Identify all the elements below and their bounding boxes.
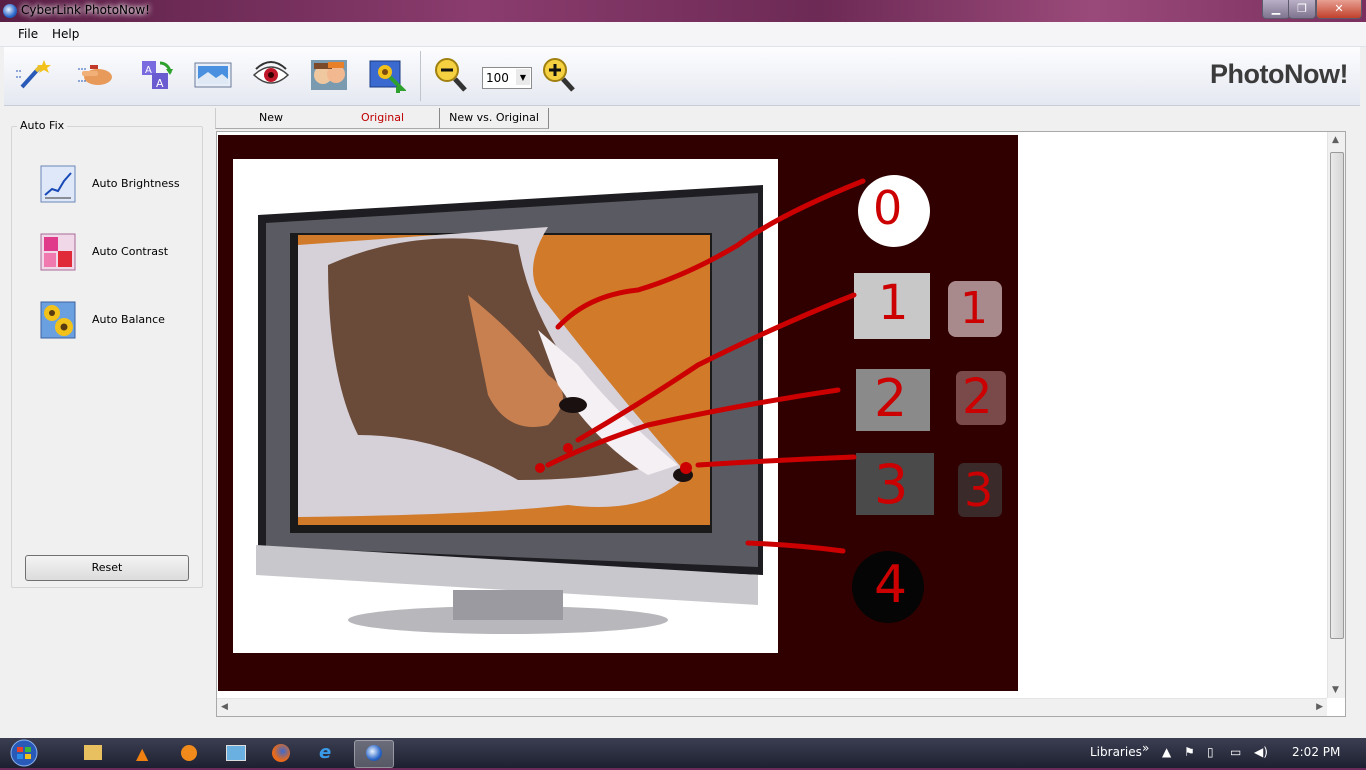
taskbar-app-orange[interactable]	[170, 740, 208, 766]
faces-button[interactable]	[310, 57, 348, 93]
auto-brightness-label: Auto Brightness	[92, 177, 180, 190]
hand-tool-button[interactable]	[76, 57, 114, 93]
auto-balance-button[interactable]: Auto Balance	[40, 301, 200, 341]
tab-new[interactable]: New	[215, 108, 326, 129]
zoom-out-button[interactable]	[432, 57, 470, 93]
landscape-button[interactable]	[194, 57, 232, 93]
label-3-gray: 3	[874, 453, 909, 516]
label-1-tinted: 1	[960, 283, 988, 334]
title-bar: CyberLink PhotoNow! ▁ ❐ ✕	[0, 0, 1366, 22]
zoom-in-icon	[543, 58, 575, 92]
auto-balance-label: Auto Balance	[92, 313, 165, 326]
minimize-button[interactable]: ▁	[1262, 0, 1290, 19]
svg-text:A: A	[145, 65, 152, 76]
clock[interactable]: 2:02 PM	[1292, 745, 1340, 759]
windows-logo-icon	[10, 739, 38, 767]
auto-contrast-button[interactable]: Auto Contrast	[40, 233, 200, 273]
power-icon[interactable]: ▯	[1207, 745, 1214, 759]
toolbar-separator	[420, 51, 421, 101]
rotate-icon: A A	[142, 61, 173, 90]
auto-brightness-button[interactable]: Auto Brightness	[40, 165, 200, 205]
monitor-icon	[226, 745, 246, 761]
view-tabs: New Original New vs. Original	[215, 108, 555, 129]
auto-contrast-label: Auto Contrast	[92, 245, 169, 258]
maximize-button[interactable]: ❐	[1288, 0, 1316, 19]
scroll-down-icon[interactable]: ▼	[1332, 685, 1339, 695]
photo-canvas: 0 1 1 2 2 3 3 4	[218, 135, 1018, 691]
flag-icon[interactable]: ⚑	[1184, 745, 1195, 759]
zoom-level-select[interactable]: 100 ▼	[482, 67, 532, 89]
libraries-toolbar[interactable]: Libraries	[1090, 745, 1142, 759]
vlc-cone-icon: ▲	[136, 744, 149, 763]
network-icon[interactable]: ▭	[1230, 745, 1241, 759]
chevron-down-icon: ▼	[516, 69, 530, 85]
toolbar: A A 100 ▼ PhotoNow!	[4, 47, 1360, 106]
export-button[interactable]	[368, 57, 407, 93]
close-icon: ✕	[1334, 2, 1344, 15]
reset-button[interactable]: Reset	[25, 555, 189, 581]
export-icon	[369, 60, 407, 93]
chevron-right-icon[interactable]: »	[1142, 741, 1149, 755]
taskbar-explorer[interactable]	[74, 740, 112, 766]
photonow-icon	[366, 745, 382, 761]
tray-expand-icon[interactable]: ▲	[1162, 745, 1171, 759]
brightness-chart-icon	[40, 165, 76, 203]
scroll-right-icon[interactable]: ▶	[1316, 702, 1323, 712]
svg-text:A: A	[156, 77, 164, 90]
landscape-icon	[194, 62, 232, 88]
horizontal-scrollbar[interactable]: ◀ ▶	[217, 698, 1327, 716]
firefox-icon	[272, 744, 290, 762]
label-2-tinted: 2	[962, 369, 993, 425]
auto-fix-title: Auto Fix	[17, 119, 68, 132]
red-eye-icon	[252, 61, 290, 84]
app-icon	[3, 4, 17, 18]
sunflower-icon	[40, 301, 76, 339]
red-eye-button[interactable]	[252, 57, 290, 93]
taskbar-firefox[interactable]	[262, 740, 300, 766]
tab-new-vs-original[interactable]: New vs. Original	[440, 108, 549, 129]
taskbar: ▲ e Libraries » ▲ ⚑ ▯ ▭ ◀) 2:02 PM	[0, 738, 1366, 768]
label-4: 4	[874, 555, 908, 615]
scroll-left-icon[interactable]: ◀	[221, 702, 228, 712]
label-3-tinted: 3	[964, 463, 994, 517]
hand-icon	[78, 65, 112, 85]
close-button[interactable]: ✕	[1316, 0, 1362, 19]
menu-file[interactable]: File	[18, 27, 38, 41]
label-0: 0	[873, 181, 903, 235]
window-title: CyberLink PhotoNow!	[21, 3, 150, 17]
folder-icon	[84, 745, 102, 760]
vertical-scroll-thumb[interactable]	[1330, 152, 1344, 639]
start-button[interactable]	[4, 739, 44, 767]
maximize-icon: ❐	[1297, 2, 1307, 15]
contrast-icon	[40, 233, 76, 271]
app-window: File Help A A 100 ▼ PhotoNow! Auto Fix A…	[0, 22, 1366, 738]
magic-wand-icon	[16, 60, 51, 89]
tab-original[interactable]: Original	[326, 108, 440, 129]
rotate-button[interactable]: A A	[136, 57, 174, 93]
magic-wand-button[interactable]	[14, 57, 52, 93]
scroll-up-icon[interactable]: ▲	[1332, 135, 1339, 145]
brand-logo: PhotoNow!	[1210, 59, 1348, 89]
menu-help[interactable]: Help	[52, 27, 79, 41]
taskbar-ie[interactable]: e	[308, 740, 346, 766]
vertical-scrollbar[interactable]: ▲ ▼	[1327, 132, 1345, 698]
taskbar-vlc[interactable]: ▲	[124, 740, 162, 766]
taskbar-photonow[interactable]	[354, 740, 394, 768]
auto-fix-panel: Auto Fix Auto Brightness Auto Contrast A…	[11, 119, 203, 588]
orange-app-icon	[181, 745, 197, 761]
taskbar-network-app[interactable]	[216, 740, 254, 766]
image-viewer: 0 1 1 2 2 3 3 4 ▲ ▼ ◀ ▶	[216, 131, 1346, 717]
zoom-level-value: 100	[486, 71, 509, 85]
faces-icon	[311, 60, 347, 90]
minimize-icon: ▁	[1271, 2, 1281, 15]
speaker-icon[interactable]: ◀)	[1254, 745, 1268, 759]
zoom-in-button[interactable]	[540, 57, 578, 93]
label-2-gray: 2	[874, 369, 908, 429]
menu-bar: File Help	[0, 22, 1366, 47]
label-1-gray: 1	[878, 275, 909, 331]
ie-icon: e	[319, 742, 332, 763]
zoom-out-icon	[435, 58, 467, 92]
